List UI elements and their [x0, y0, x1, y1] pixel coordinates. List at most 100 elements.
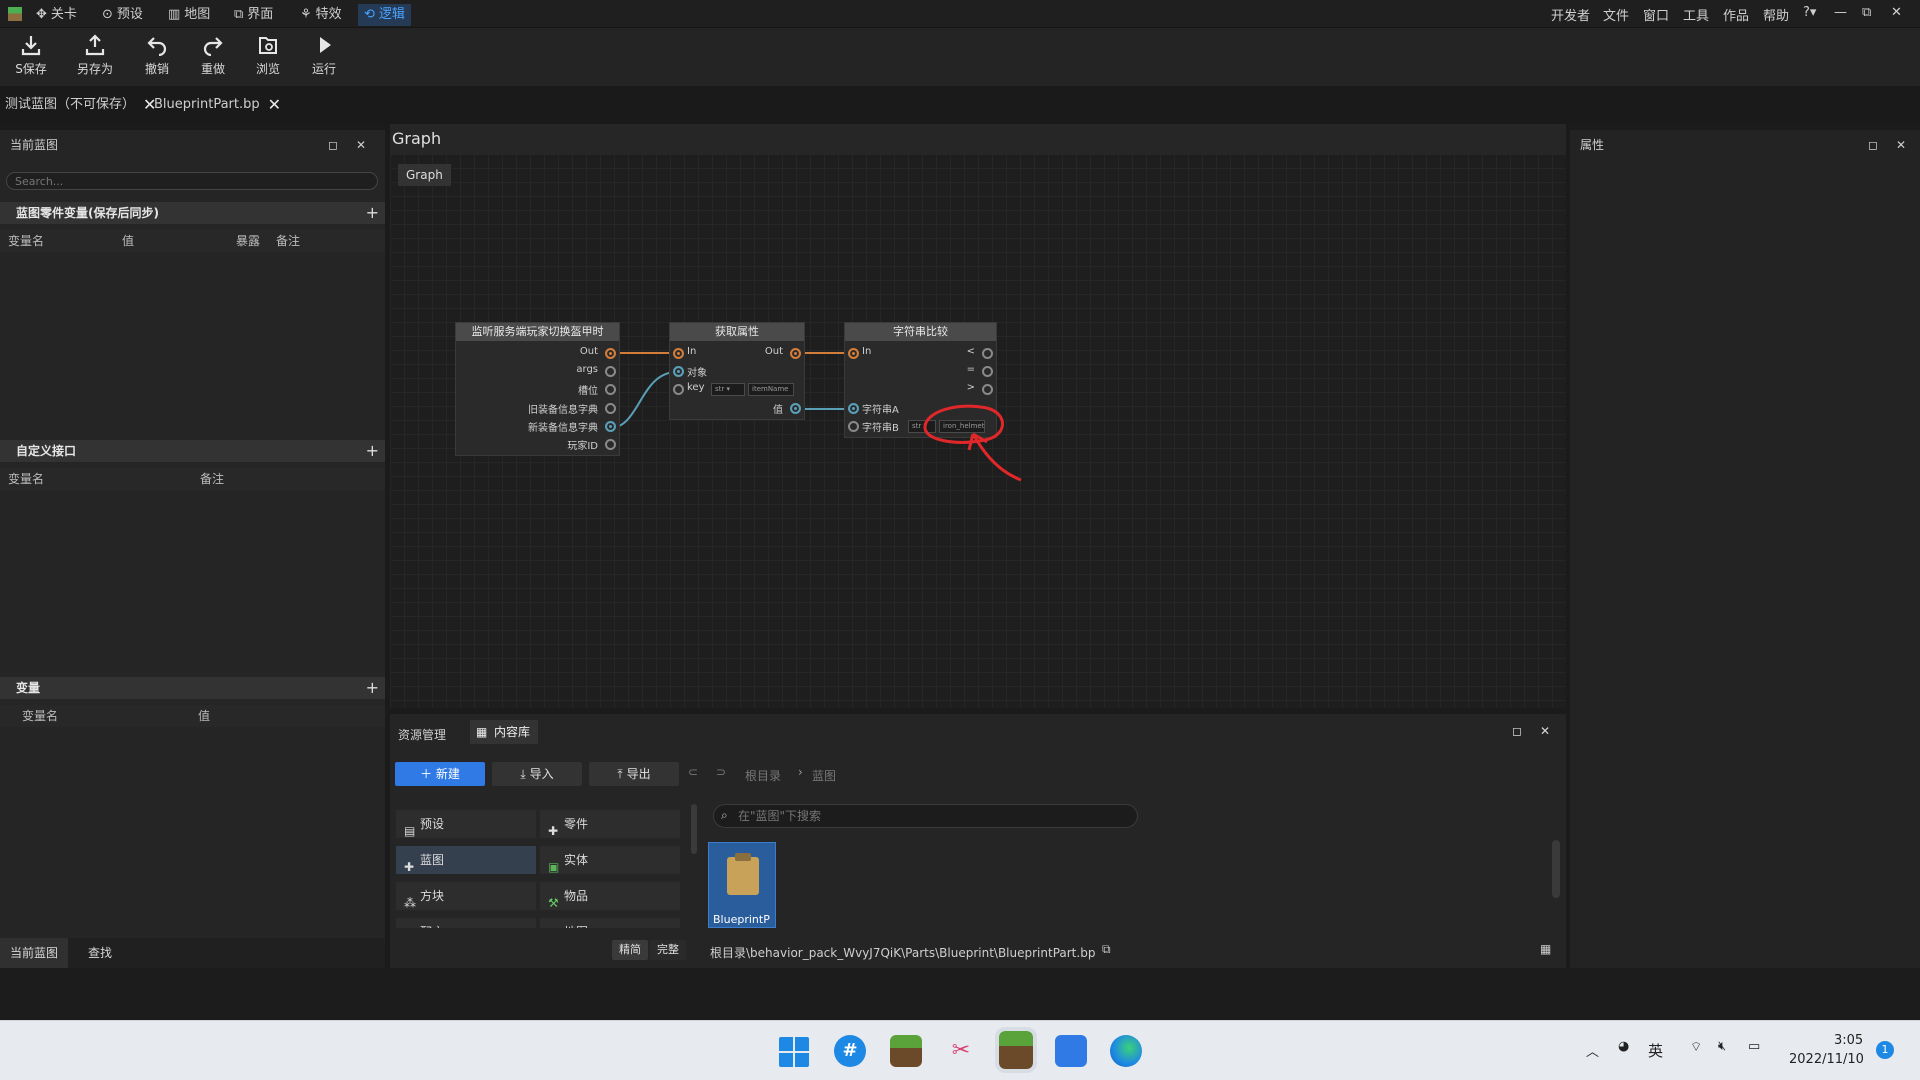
category-scrollbar[interactable] [691, 804, 697, 854]
output-pin[interactable] [982, 366, 993, 377]
tab-preset[interactable]: ⊙ 预设 [96, 4, 149, 26]
breadcrumb-current[interactable]: 蓝图 [812, 767, 836, 784]
doc-tab-test[interactable]: 测试蓝图（不可保存） ✕ [5, 94, 156, 116]
output-pin[interactable] [605, 403, 616, 414]
input-pin[interactable] [673, 384, 684, 395]
exec-out-pin[interactable] [790, 348, 801, 359]
section-variables[interactable]: 变量 + [0, 677, 385, 699]
maximize-icon[interactable]: ◻ [328, 130, 338, 160]
category-map[interactable]: ▬地图 [540, 918, 680, 928]
redo-button[interactable]: 重做 [188, 34, 238, 77]
tab-effects[interactable]: ⚘ 特效 [294, 4, 348, 26]
qq-icon[interactable]: ◕ [1618, 1039, 1629, 1054]
close-icon[interactable]: ✕ [1540, 724, 1550, 738]
tab-resource-manager[interactable]: 资源管理 [398, 726, 446, 743]
exec-in-pin[interactable] [848, 348, 859, 359]
doc-tab-blueprint[interactable]: BlueprintPart.bp ✕ [154, 94, 281, 116]
copy-path-icon[interactable]: ⧉ [1102, 942, 1111, 957]
hashtag-app-icon[interactable]: # [834, 1035, 866, 1067]
section-part-variables[interactable]: 蓝图零件变量(保存后同步) + [0, 202, 385, 224]
add-icon[interactable]: + [366, 202, 379, 224]
exec-out-pin[interactable] [605, 348, 616, 359]
menu-file[interactable]: 文件 [1603, 5, 1629, 24]
input-language[interactable]: 英 [1648, 1040, 1663, 1061]
input-pin[interactable] [848, 403, 859, 414]
undo-button[interactable]: 撤销 [132, 34, 182, 77]
close-icon[interactable]: ✕ [356, 130, 366, 160]
start-icon[interactable] [779, 1037, 809, 1067]
tab-find[interactable]: 查找 [88, 938, 112, 968]
export-button[interactable]: ⤒ 导出 [589, 762, 679, 786]
save-as-button[interactable]: 另存为 [70, 34, 120, 77]
volume-muted-icon[interactable]: 🔇︎ [1718, 1039, 1726, 1054]
resource-search-input[interactable] [713, 804, 1138, 828]
exec-in-pin[interactable] [673, 348, 684, 359]
file-scrollbar[interactable] [1552, 840, 1560, 898]
battery-icon[interactable]: ▭ [1748, 1039, 1760, 1054]
category-entity[interactable]: ▣ 实体 [540, 846, 680, 874]
section-custom-interface[interactable]: 自定义接口 + [0, 440, 385, 462]
tab-map[interactable]: ▥ 地图 [162, 4, 216, 26]
notification-badge[interactable]: 1 [1876, 1041, 1894, 1059]
tab-ui[interactable]: ⧉ 界面 [228, 4, 279, 26]
edge-browser-icon[interactable] [1110, 1035, 1142, 1067]
category-recipe[interactable]: ▤配方 [396, 918, 536, 928]
save-button[interactable]: S保存 [6, 34, 56, 77]
category-blueprint[interactable]: ✚ 蓝图 [396, 846, 536, 874]
clock-date[interactable]: 2022/11/10 [1789, 1052, 1864, 1067]
output-pin[interactable] [982, 384, 993, 395]
view-grid-icon[interactable]: ▦ [1540, 942, 1551, 956]
minimize-icon[interactable]: — [1834, 5, 1847, 20]
menu-works[interactable]: 作品 [1723, 5, 1749, 24]
menu-tools[interactable]: 工具 [1683, 5, 1709, 24]
breadcrumb-root[interactable]: 根目录 [745, 767, 781, 784]
wifi-icon[interactable]: ⌔ [1690, 1039, 1702, 1055]
key-value-input[interactable]: itemName [748, 383, 794, 396]
maximize-icon[interactable]: ◻ [1512, 724, 1522, 738]
tab-logic[interactable]: ⟲ 逻辑 [358, 4, 411, 26]
tab-level[interactable]: ✥ 关卡 [30, 4, 83, 26]
output-pin[interactable] [790, 403, 801, 414]
key-type-select[interactable]: str ▾ [711, 383, 745, 396]
close-tab-icon[interactable]: ✕ [268, 94, 281, 116]
phone-app-icon[interactable] [1055, 1035, 1087, 1067]
menu-help[interactable]: 帮助 [1763, 5, 1789, 24]
add-icon[interactable]: + [366, 677, 379, 699]
output-pin[interactable] [605, 439, 616, 450]
category-block[interactable]: ⁂ 方块 [396, 882, 536, 910]
import-button[interactable]: ⤓ 导入 [492, 762, 582, 786]
get-attribute-node[interactable]: 获取属性 In 对象 key str ▾ itemName Out 值 [669, 322, 805, 420]
maximize-icon[interactable]: ◻ [1868, 130, 1878, 160]
file-item[interactable]: BlueprintP [708, 842, 776, 928]
restore-icon[interactable]: ⧉ [1862, 5, 1871, 20]
category-preset[interactable]: ▤ 预设 [396, 810, 536, 838]
snipping-tool-icon[interactable]: ✂ [945, 1035, 977, 1067]
menu-developer[interactable]: 开发者 [1551, 5, 1590, 24]
close-icon[interactable]: ✕ [1896, 130, 1906, 160]
chevron-up-icon[interactable]: ︿ [1586, 1041, 1599, 1060]
category-item[interactable]: ⚒ 物品 [540, 882, 680, 910]
category-parts[interactable]: ✚ 零件 [540, 810, 680, 838]
tab-content-library[interactable]: ▦ 内容库 [470, 720, 539, 744]
add-icon[interactable]: + [366, 440, 379, 462]
back-icon[interactable]: ⊂ [688, 765, 698, 779]
input-pin[interactable] [673, 366, 684, 377]
input-pin[interactable] [848, 421, 859, 432]
minecraft-active-icon[interactable] [995, 1027, 1037, 1073]
search-input[interactable] [6, 172, 378, 190]
new-button[interactable]: ＋ 新建 [395, 762, 485, 786]
output-pin[interactable] [605, 366, 616, 377]
output-pin[interactable] [605, 384, 616, 395]
menu-window[interactable]: 窗口 [1643, 5, 1669, 24]
run-button[interactable]: 运行 [299, 34, 349, 77]
output-pin[interactable] [982, 348, 993, 359]
forward-icon[interactable]: ⊃ [716, 765, 726, 779]
event-node[interactable]: 监听服务端玩家切换盔甲时 Out args 槽位 旧装备信息字典 新装备信息字典… [455, 322, 620, 456]
output-pin[interactable] [605, 421, 616, 432]
view-compact-button[interactable]: 精简 [612, 940, 648, 960]
browse-button[interactable]: 浏览 [243, 34, 293, 77]
tab-current-blueprint[interactable]: 当前蓝图 [0, 938, 69, 968]
minecraft-editor-icon[interactable] [890, 1035, 922, 1067]
close-icon[interactable]: ✕ [1891, 5, 1902, 20]
help-icon[interactable]: ?▾ [1803, 5, 1816, 20]
